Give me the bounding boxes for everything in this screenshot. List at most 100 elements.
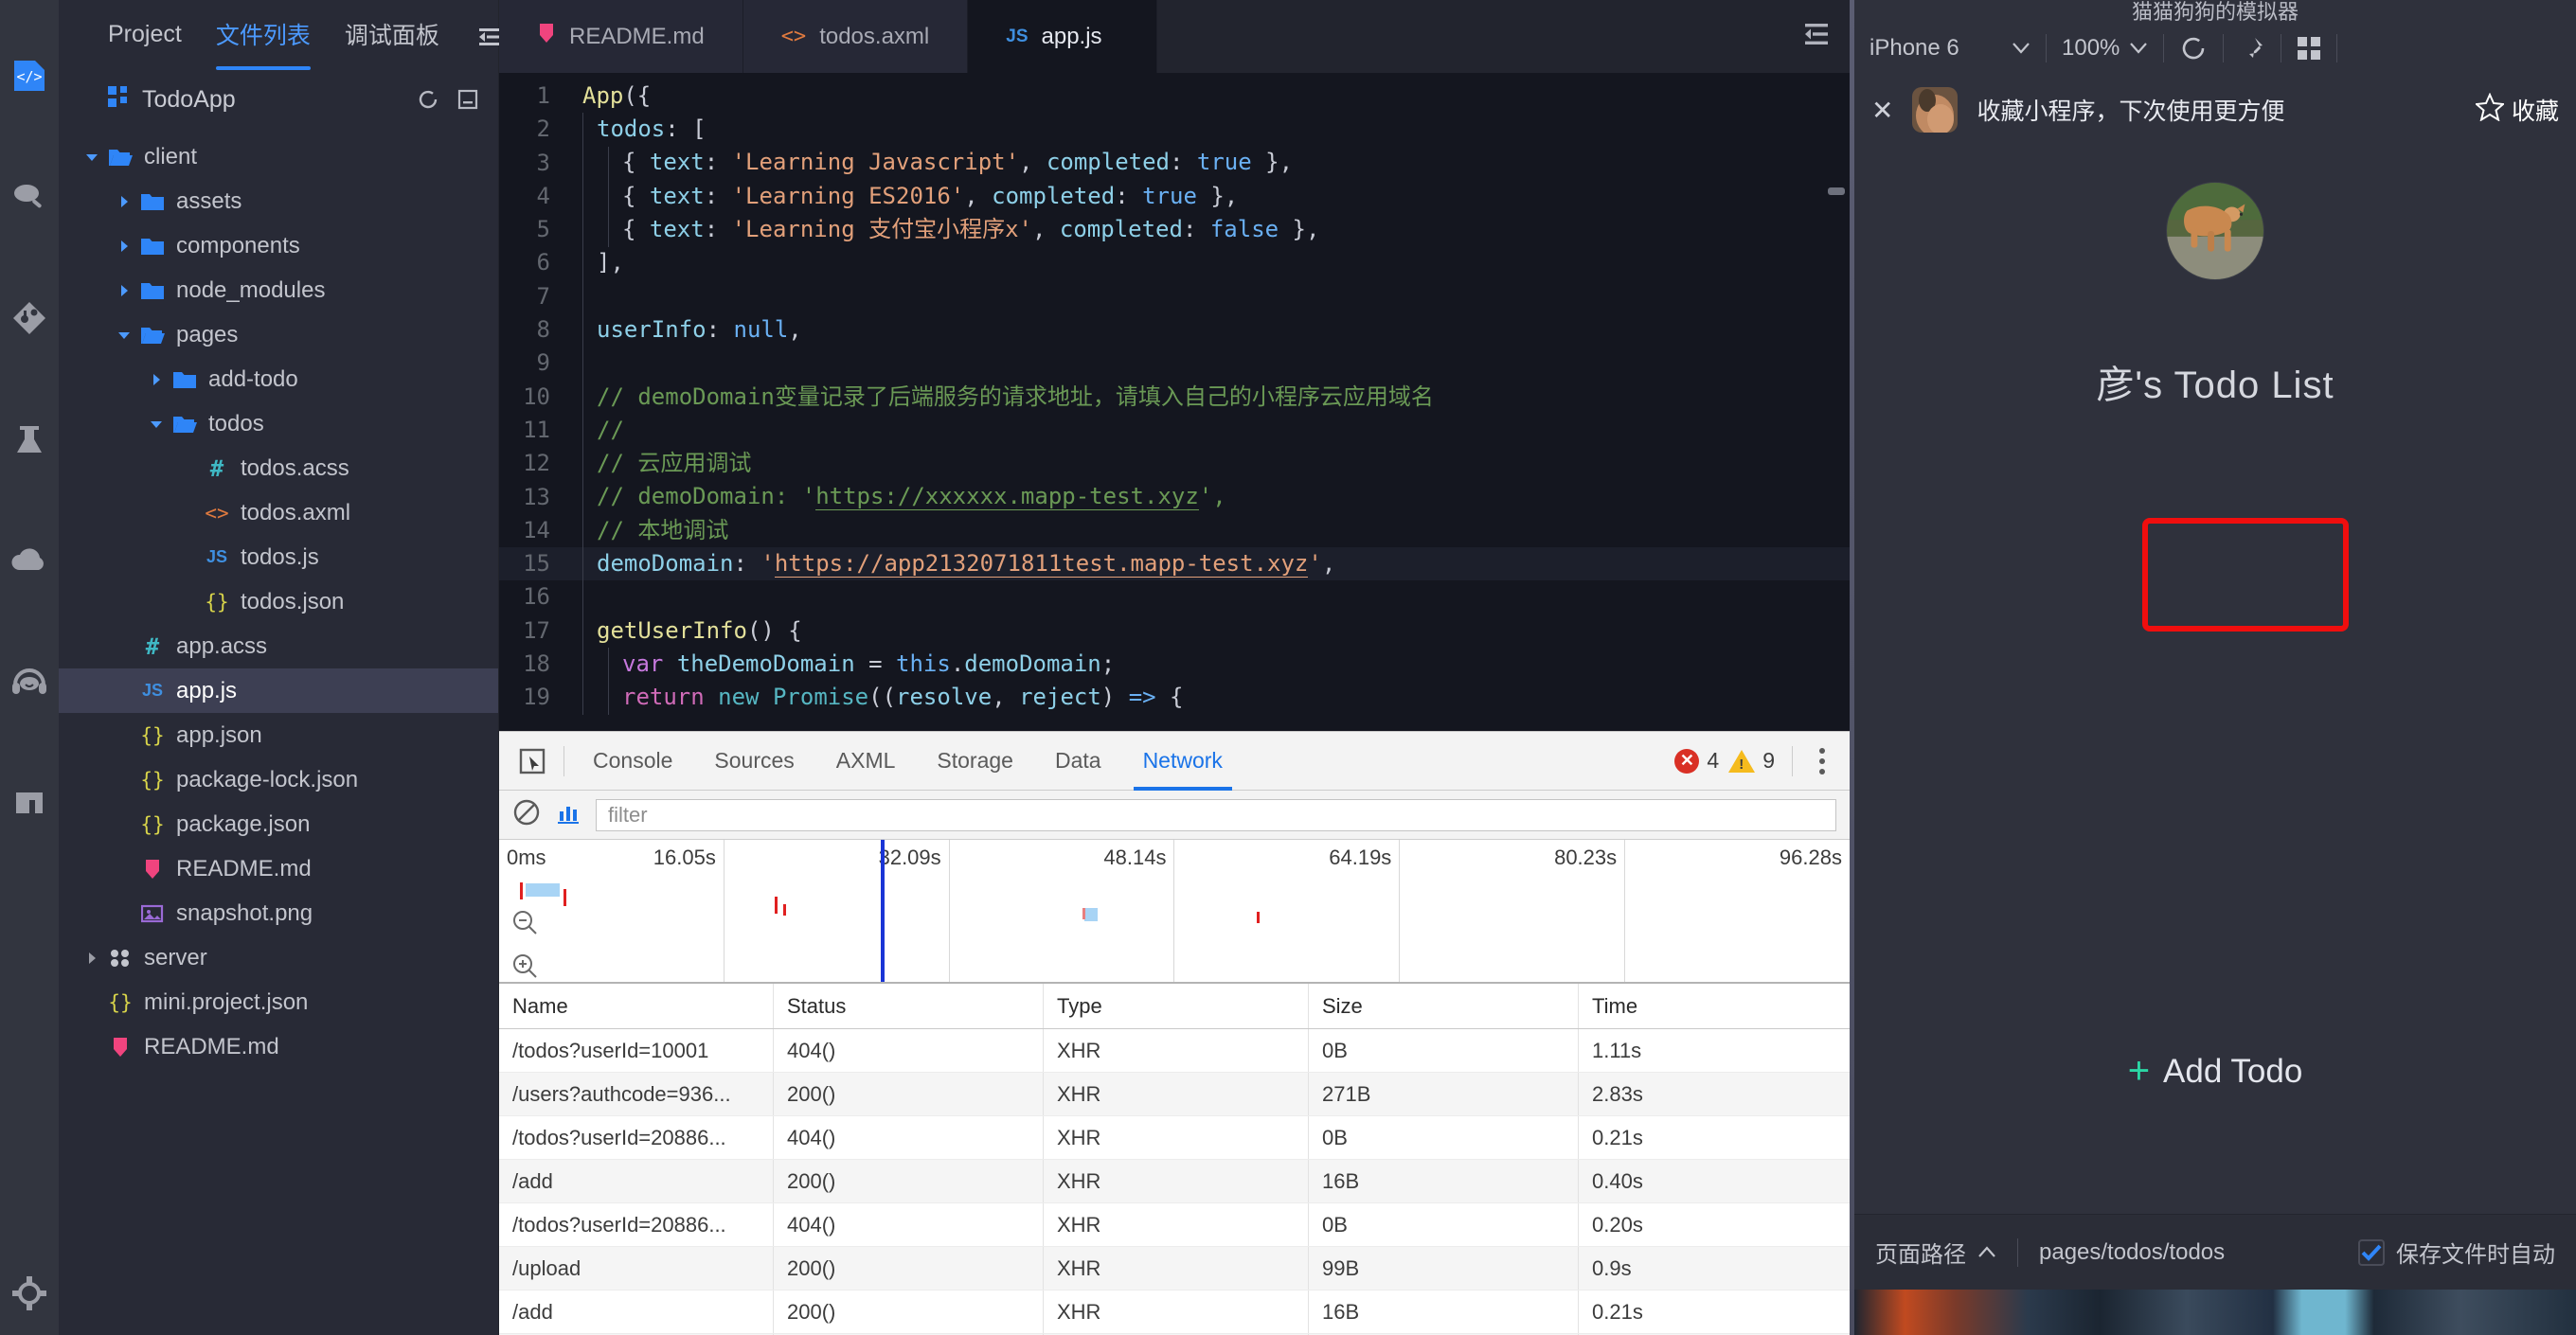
folder-icon: [136, 191, 169, 212]
column-header-time[interactable]: Time: [1579, 984, 1850, 1028]
tree-item-todos-json[interactable]: {} todos.json: [59, 579, 498, 624]
explorer-tab-debugpanel[interactable]: 调试面板: [345, 17, 439, 57]
devtools-tab-storage[interactable]: Storage: [916, 732, 1034, 791]
flask-icon[interactable]: [9, 418, 50, 460]
token-comment-url[interactable]: https://xxxxxx.mapp-test.xyz: [815, 483, 1199, 511]
tree-item-app-js[interactable]: JS app.js: [59, 668, 498, 713]
page-path-label: 页面路径: [1875, 1242, 1966, 1268]
chevron-right-icon[interactable]: [144, 372, 169, 387]
chevron-down-icon[interactable]: [112, 328, 136, 343]
close-icon[interactable]: ✕: [1871, 95, 1893, 126]
code-icon[interactable]: </>: [9, 55, 50, 97]
cell-type: XHR: [1044, 1029, 1309, 1072]
tree-item-assets[interactable]: assets: [59, 179, 498, 223]
editor-scrollbar[interactable]: [1828, 187, 1845, 195]
inspect-cursor-icon[interactable]: [509, 747, 556, 775]
devtools-tab-sources[interactable]: Sources: [693, 732, 814, 791]
grid-icon[interactable]: [2297, 36, 2321, 61]
chevron-right-icon[interactable]: [112, 239, 136, 254]
kebab-menu-icon[interactable]: [1810, 747, 1834, 774]
cell-type: XHR: [1044, 1160, 1309, 1202]
column-header-status[interactable]: Status: [774, 984, 1044, 1028]
tree-item-mini-project-json[interactable]: {} mini.project.json: [59, 980, 498, 1024]
devtools-tab-network[interactable]: Network: [1122, 732, 1243, 791]
tree-item-server[interactable]: server: [59, 935, 498, 980]
device-selector[interactable]: iPhone 6: [1869, 35, 2030, 62]
headset-icon[interactable]: [9, 661, 50, 703]
column-header-size[interactable]: Size: [1309, 984, 1579, 1028]
tree-item-todos-acss[interactable]: # todos.acss: [59, 446, 498, 490]
chevron-down-icon[interactable]: [80, 150, 104, 165]
autosave-option[interactable]: 保存文件时自动: [2358, 1236, 2555, 1269]
tree-item-todos[interactable]: todos: [59, 401, 498, 446]
editor-tab-app-js[interactable]: JS app.js: [968, 0, 1158, 73]
column-header-type[interactable]: Type: [1044, 984, 1309, 1028]
refresh-icon[interactable]: [417, 88, 439, 111]
table-row[interactable]: /todos?userId=20886... 404() XHR 0B 0.20s: [499, 1203, 1850, 1247]
tree-item-package-lock-json[interactable]: {} package-lock.json: [59, 757, 498, 802]
gear-icon[interactable]: [9, 1273, 50, 1314]
warning-badge[interactable]: 9: [1728, 748, 1775, 774]
tree-item-readme-md[interactable]: README.md: [59, 1024, 498, 1069]
devtools-tab-console[interactable]: Console: [572, 732, 693, 791]
chevron-right-icon[interactable]: [80, 951, 104, 966]
tree-item-add-todo[interactable]: add-todo: [59, 357, 498, 401]
zoom-selector[interactable]: 100%: [2062, 35, 2148, 62]
editor-tabbar: README.md <> todos.axml JS app.js: [499, 0, 1854, 74]
tree-item-label: node_modules: [176, 276, 326, 303]
add-todo-button[interactable]: + Add Todo: [1854, 1050, 2576, 1093]
table-row[interactable]: /todos?userId=20886...404()XHR0B 0.21s: [499, 1116, 1850, 1160]
search-icon[interactable]: [9, 176, 50, 218]
favorite-button[interactable]: 收藏: [2474, 92, 2559, 128]
token-url[interactable]: https://app2132071811test.mapp-test.xyz: [774, 549, 1309, 578]
table-row[interactable]: /todos?userId=10001 404() XHR 0B 1.11s: [499, 1029, 1850, 1073]
tree-item-package-json[interactable]: {} package.json: [59, 802, 498, 846]
network-table: Name Status Type Size Time /todos?userId…: [499, 984, 1850, 1335]
explorer-tab-filelist[interactable]: 文件列表: [215, 17, 311, 70]
table-row[interactable]: /add 200() XHR 16B 0.21s: [499, 1290, 1850, 1334]
network-timeline[interactable]: 0ms 16.05s 32.09s 48.14s 64.19s 80.23s 96…: [499, 840, 1850, 984]
zoom-in-icon[interactable]: [510, 952, 539, 985]
explorer-tab-project[interactable]: Project: [108, 21, 182, 54]
network-filter-input[interactable]: filter: [596, 798, 1836, 831]
cloud-icon[interactable]: [9, 540, 50, 581]
editor-tab-readme[interactable]: README.md: [499, 0, 743, 73]
panel-toggle-icon[interactable]: [1801, 22, 1830, 51]
collapse-icon[interactable]: [456, 88, 479, 111]
tree-item-readme-md[interactable]: README.md: [59, 846, 498, 891]
zoom-out-icon[interactable]: [510, 908, 539, 941]
chevron-down-icon[interactable]: [144, 417, 169, 432]
autosave-checkbox[interactable]: [2358, 1238, 2385, 1266]
tree-item-node-modules[interactable]: node_modules: [59, 268, 498, 312]
timeline-playhead[interactable]: [881, 840, 885, 982]
tree-item-label: package-lock.json: [176, 766, 359, 792]
tree-item-snapshot-png[interactable]: snapshot.png: [59, 891, 498, 935]
chevron-right-icon[interactable]: [112, 194, 136, 209]
git-icon[interactable]: [9, 297, 50, 339]
tree-item-pages[interactable]: pages: [59, 312, 498, 357]
table-row[interactable]: /add 200() XHR 16B 0.40s: [499, 1160, 1850, 1203]
chevron-up-icon[interactable]: [1977, 1239, 1996, 1266]
refresh-icon[interactable]: [2179, 34, 2208, 62]
devtools-tab-axml[interactable]: AXML: [815, 732, 917, 791]
table-row[interactable]: /users?authcode=936... 200() XHR 271B 2.83s: [499, 1073, 1850, 1116]
table-row[interactable]: /upload 200() XHR 99B 0.9s: [499, 1247, 1850, 1290]
clear-icon[interactable]: [512, 798, 541, 831]
error-badge[interactable]: ✕ 4: [1674, 748, 1719, 774]
devtools-tab-data[interactable]: Data: [1034, 732, 1122, 791]
bar-chart-icon[interactable]: [556, 800, 581, 829]
column-header-name[interactable]: Name: [499, 984, 774, 1028]
npm-icon[interactable]: [9, 782, 50, 824]
tree-item-components[interactable]: components: [59, 223, 498, 268]
page-path-value[interactable]: pages/todos/todos: [2039, 1239, 2225, 1266]
editor-tab-todos-axml[interactable]: <> todos.axml: [742, 0, 969, 73]
chevron-right-icon[interactable]: [112, 283, 136, 298]
line-number: 7: [536, 282, 550, 310]
tree-item-client[interactable]: client: [59, 134, 498, 179]
tree-item-app-acss[interactable]: # app.acss: [59, 624, 498, 668]
panel-layout-icon[interactable]: [477, 27, 502, 47]
tree-item-todos-js[interactable]: JS todos.js: [59, 535, 498, 579]
tree-item-todos-axml[interactable]: <> todos.axml: [59, 490, 498, 535]
pin-icon[interactable]: [2239, 35, 2265, 62]
tree-item-app-json[interactable]: {} app.json: [59, 713, 498, 757]
